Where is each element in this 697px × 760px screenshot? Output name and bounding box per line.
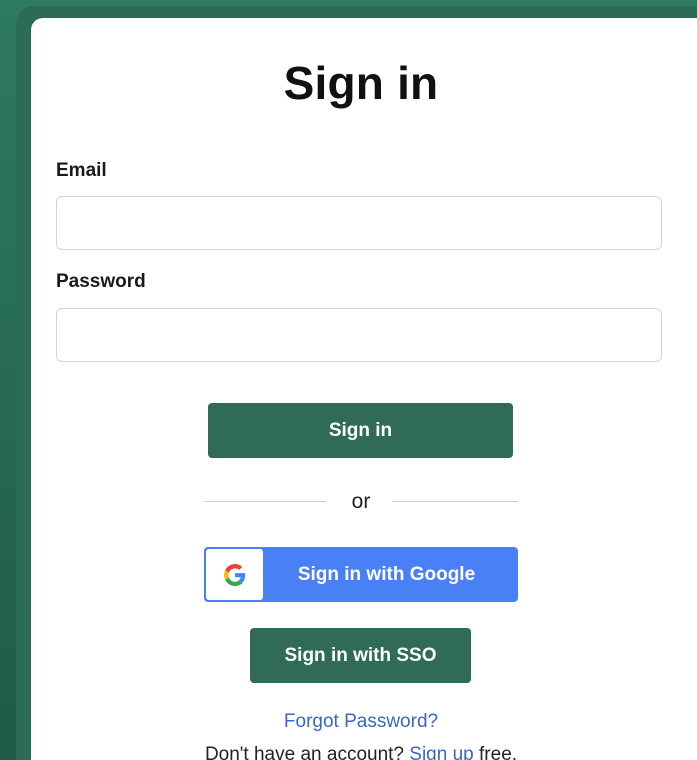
email-label: Email xyxy=(56,160,107,181)
sign-in-with-google-button[interactable]: Sign in with Google xyxy=(204,547,518,602)
signin-card: Sign in Email Password Sign in or Sign i… xyxy=(31,18,697,760)
divider-text: or xyxy=(351,490,371,513)
sign-in-with-sso-button[interactable]: Sign in with SSO xyxy=(250,628,471,683)
page-title: Sign in xyxy=(283,57,439,109)
google-g-icon xyxy=(223,563,245,586)
password-label: Password xyxy=(56,271,146,292)
google-icon-box xyxy=(206,549,263,600)
signup-prefix: Don't have an account? xyxy=(204,744,404,760)
sign-up-link[interactable]: Sign up xyxy=(409,744,473,760)
sign-in-button[interactable]: Sign in xyxy=(208,403,513,458)
email-field[interactable] xyxy=(56,196,662,250)
google-button-label: Sign in with Google xyxy=(297,563,476,585)
password-field[interactable] xyxy=(56,308,662,362)
divider-line-right xyxy=(392,501,518,502)
or-divider: or xyxy=(204,490,518,514)
signup-suffix: free. xyxy=(479,744,518,760)
forgot-password-link[interactable]: Forgot Password? xyxy=(31,711,691,733)
signup-prompt: Don't have an account? Sign up free. xyxy=(31,744,691,760)
